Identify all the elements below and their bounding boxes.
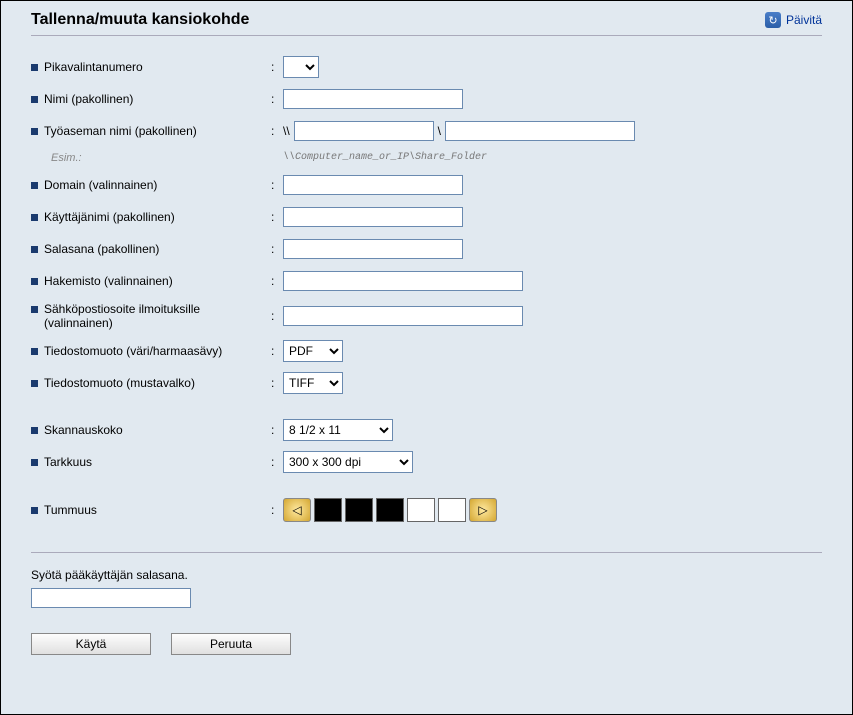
bullet-icon — [31, 182, 38, 189]
name-input[interactable] — [283, 89, 463, 109]
domain-label: Domain (valinnainen) — [44, 178, 157, 192]
bullet-icon — [31, 427, 38, 434]
admin-password-label: Syötä pääkäyttäjän salasana. — [31, 568, 822, 582]
darkness-decrease-button[interactable]: ◁ — [283, 498, 311, 522]
bullet-icon — [31, 214, 38, 221]
bullet-icon — [31, 246, 38, 253]
apply-button[interactable]: Käytä — [31, 633, 151, 655]
workstation-label: Työaseman nimi (pakollinen) — [44, 124, 197, 138]
resolution-label: Tarkkuus — [44, 455, 92, 469]
directory-input[interactable] — [283, 271, 523, 291]
bullet-icon — [31, 128, 38, 135]
format-bw-label: Tiedostomuoto (mustavalko) — [44, 376, 195, 390]
darkness-swatch-4[interactable] — [407, 498, 435, 522]
format-bw-select[interactable]: TIFF — [283, 372, 343, 394]
speed-dial-select[interactable] — [283, 56, 319, 78]
bullet-icon — [31, 459, 38, 466]
bullet-icon — [31, 380, 38, 387]
refresh-icon: ↻ — [765, 12, 781, 28]
admin-password-input[interactable] — [31, 588, 191, 608]
darkness-swatch-1[interactable] — [314, 498, 342, 522]
password-label: Salasana (pakollinen) — [44, 242, 159, 256]
unc-sep: \ — [438, 124, 441, 138]
bullet-icon — [31, 348, 38, 355]
format-color-select[interactable]: PDF — [283, 340, 343, 362]
refresh-label: Päivitä — [786, 13, 822, 27]
speed-dial-label: Pikavalintanumero — [44, 60, 143, 74]
directory-label: Hakemisto (valinnainen) — [44, 274, 173, 288]
refresh-link[interactable]: ↻ Päivitä — [765, 12, 822, 28]
darkness-swatch-2[interactable] — [345, 498, 373, 522]
scan-size-label: Skannauskoko — [44, 423, 123, 437]
username-label: Käyttäjänimi (pakollinen) — [44, 210, 175, 224]
cancel-button[interactable]: Peruuta — [171, 633, 291, 655]
bullet-icon — [31, 507, 38, 514]
darkness-increase-button[interactable]: ▷ — [469, 498, 497, 522]
domain-input[interactable] — [283, 175, 463, 195]
resolution-select[interactable]: 300 x 300 dpi — [283, 451, 413, 473]
bullet-icon — [31, 306, 38, 313]
format-color-label: Tiedostomuoto (väri/harmaasävy) — [44, 344, 222, 358]
password-input[interactable] — [283, 239, 463, 259]
example-value: \\Computer_name_or_IP\Share_Folder — [283, 152, 487, 164]
bullet-icon — [31, 278, 38, 285]
scan-size-select[interactable]: 8 1/2 x 11 — [283, 419, 393, 441]
darkness-swatch-5[interactable] — [438, 498, 466, 522]
darkness-swatch-3[interactable] — [376, 498, 404, 522]
bullet-icon — [31, 96, 38, 103]
unc-prefix: \\ — [283, 124, 290, 138]
darkness-label: Tummuus — [44, 503, 97, 517]
username-input[interactable] — [283, 207, 463, 227]
page-title: Tallenna/muuta kansiokohde — [31, 11, 249, 29]
computer-input[interactable] — [294, 121, 434, 141]
email-label: Sähköpostiosoite ilmoituksille (valinnai… — [44, 302, 271, 330]
example-label: Esim.: — [31, 152, 271, 164]
name-label: Nimi (pakollinen) — [44, 92, 133, 106]
bullet-icon — [31, 64, 38, 71]
share-input[interactable] — [445, 121, 635, 141]
email-input[interactable] — [283, 306, 523, 326]
